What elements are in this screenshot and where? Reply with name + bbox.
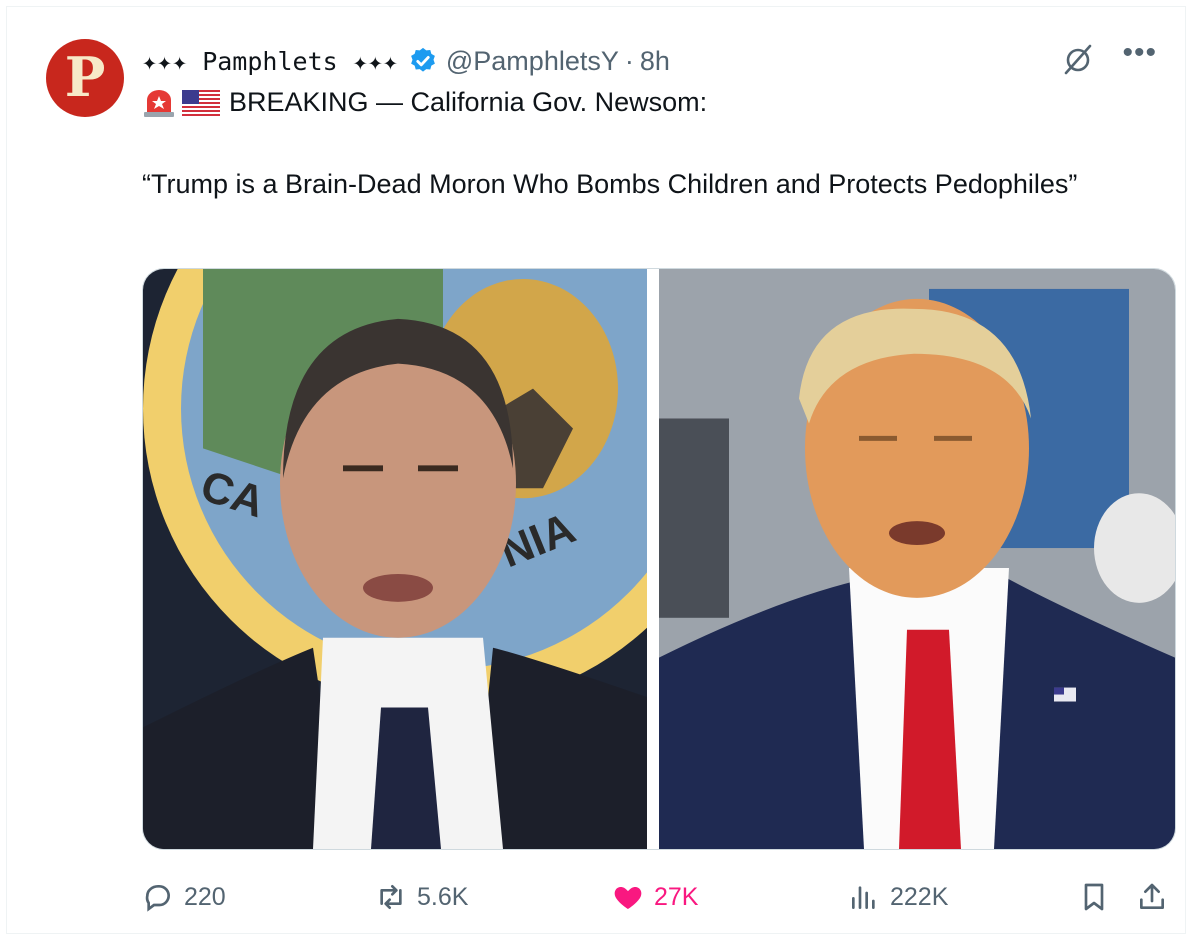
reply-button[interactable]: 220 [142, 875, 226, 919]
repost-icon [380, 885, 402, 909]
timestamp[interactable]: 8h [640, 46, 670, 77]
verified-badge-icon[interactable] [408, 46, 438, 76]
reply-count: 220 [184, 882, 226, 911]
share-button[interactable] [1136, 875, 1178, 919]
views-button[interactable]: 222K [848, 875, 948, 919]
trump-photo[interactable] [659, 269, 1175, 849]
display-name[interactable]: ✦✦✦ Pamphlets ✦✦✦ [142, 47, 398, 76]
bookmark-icon [1084, 883, 1104, 911]
views-count: 222K [890, 882, 949, 911]
grok-icon[interactable] [1060, 41, 1096, 77]
like-button[interactable]: 27K [612, 875, 698, 919]
reply-icon [145, 885, 170, 912]
tweet-card[interactable]: P ✦✦✦ Pamphlets ✦✦✦ @PamphletsY · 8h ••• [6, 6, 1186, 934]
action-bar: 220 5.6K 27K 222K [142, 875, 1176, 919]
us-flag-icon [182, 89, 220, 116]
repost-button[interactable]: 5.6K [375, 875, 468, 919]
handle[interactable]: @PamphletsY [446, 46, 619, 77]
siren-icon [144, 89, 174, 117]
share-icon [1140, 883, 1164, 909]
tweet-header: ✦✦✦ Pamphlets ✦✦✦ @PamphletsY · 8h [142, 41, 670, 81]
like-count: 27K [654, 882, 699, 911]
headline-text: BREAKING — California Gov. Newsom: [229, 87, 708, 117]
tweet-headline-line: BREAKING — California Gov. Newsom: [142, 87, 707, 118]
more-icon[interactable]: ••• [1122, 38, 1157, 68]
bookmark-button[interactable] [1078, 875, 1120, 919]
media-grid: CA NIA [142, 268, 1176, 850]
views-icon [852, 886, 875, 909]
avatar-letter: P [64, 45, 106, 109]
top-actions: ••• [1060, 38, 1157, 77]
newsom-photo[interactable]: CA NIA [143, 269, 647, 849]
separator: · [624, 45, 634, 76]
avatar[interactable]: P [46, 39, 124, 117]
tweet-quote: “Trump is a Brain-Dead Moron Who Bombs C… [142, 169, 1078, 199]
like-icon [614, 887, 642, 909]
repost-count: 5.6K [417, 882, 469, 911]
